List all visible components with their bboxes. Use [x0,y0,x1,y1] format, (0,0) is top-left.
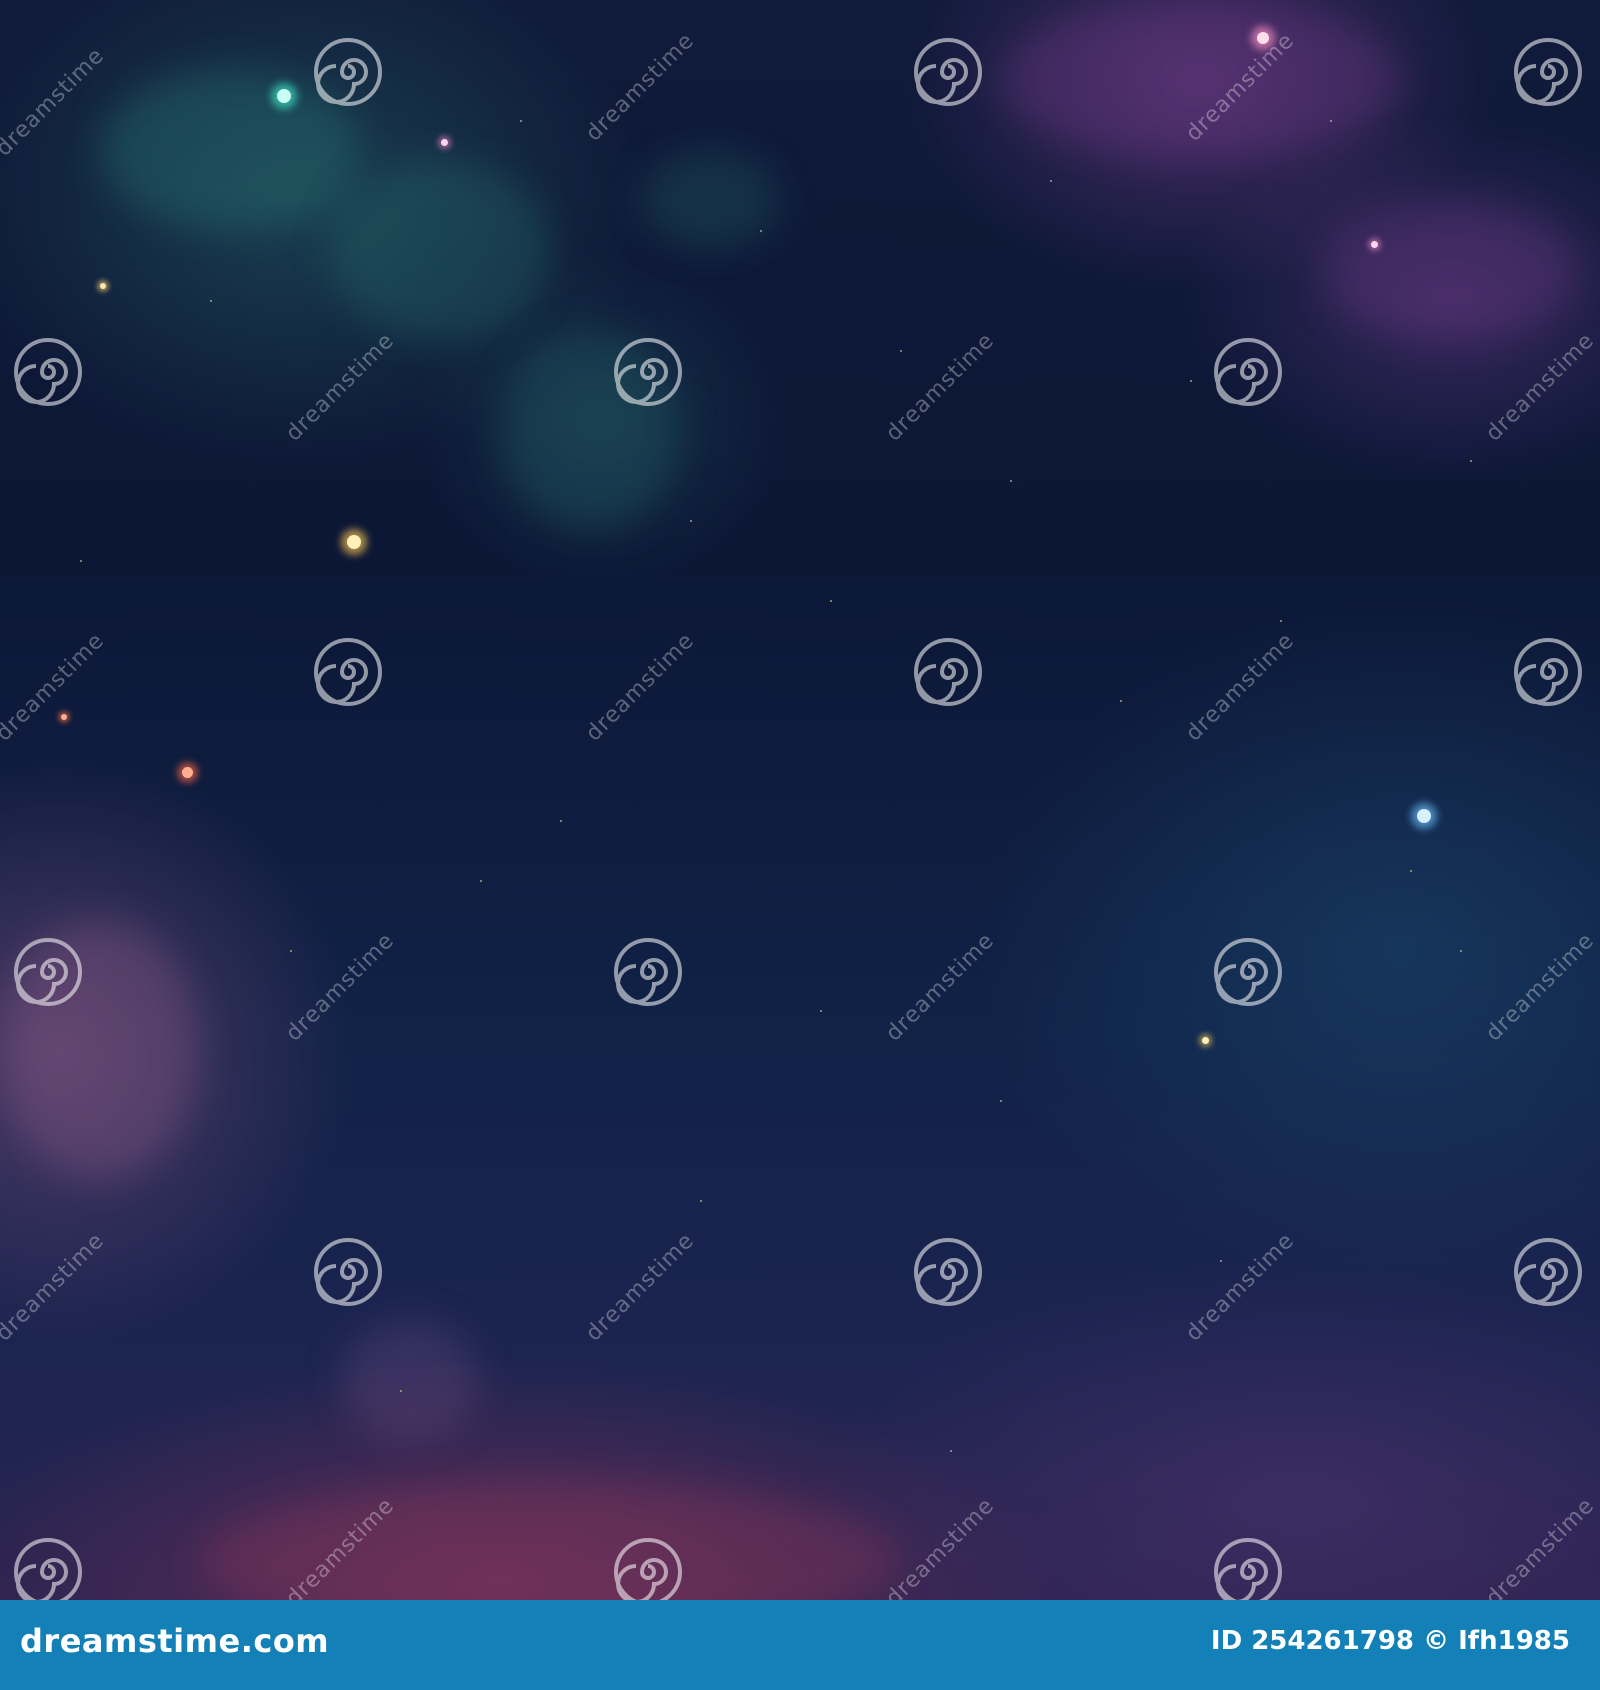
dust-star [1410,870,1412,872]
pink-star [1371,241,1378,248]
copyright: © Ifh1985 [1423,1626,1570,1656]
spiral-logo-icon [1514,638,1582,706]
watermark-text: dreamstime [581,28,700,147]
dust-star [1470,460,1472,462]
dust-star [210,300,212,302]
dust-star [900,350,902,352]
spiral-logo-icon [614,338,682,406]
watermark-text: dreamstime [581,628,700,747]
yellow-star [347,535,361,549]
spiral-logo-icon [914,1238,982,1306]
watermark-text: dreamstime [581,1228,700,1347]
watermark-text: dreamstime [881,1493,1000,1600]
watermark-text: dreamstime [1181,628,1300,747]
footer-logo[interactable]: dreamstime.com [20,1622,329,1660]
watermark-text: dreamstime [1481,1493,1600,1600]
dust-star [1190,380,1192,382]
watermark-text: dreamstime [0,43,110,162]
dust-star [760,230,762,232]
pink-nebula-cloud [340,1320,480,1440]
dust-star [700,1200,702,1202]
watermark-text: dreamstime [281,928,400,1047]
spiral-logo-icon [14,1538,82,1600]
spiral-logo-icon [1214,938,1282,1006]
orange-star [61,714,67,720]
spiral-logo-icon [314,38,382,106]
spiral-logo-icon [914,638,982,706]
dust-star [1050,180,1052,182]
orange-star [182,767,193,778]
spiral-logo-icon [14,938,82,1006]
spiral-logo-icon [914,38,982,106]
dust-star [1010,480,1012,482]
dust-star [400,1390,402,1392]
spiral-logo-icon [1514,38,1582,106]
teal-nebula-cloud [640,150,780,250]
night-sky-nebula: dreamstime dreamstime dreamstime dreamst… [0,0,1600,1600]
footer-bar: dreamstime.com ID 254261798 © Ifh1985 [0,1600,1600,1690]
dust-star [290,950,292,952]
watermark-text: dreamstime [1181,1228,1300,1347]
dust-star [1220,1260,1222,1262]
spiral-logo-icon [614,938,682,1006]
pink-star [441,139,448,146]
watermark-text: dreamstime [1481,328,1600,447]
teal-star [277,89,291,103]
watermark-text: dreamstime [881,928,1000,1047]
dust-star [1280,620,1282,622]
yellow-star [1202,1037,1209,1044]
spiral-logo-icon [14,338,82,406]
dust-star [1120,700,1122,702]
dust-star [690,520,692,522]
spiral-logo-icon [314,1238,382,1306]
dust-star [80,560,82,562]
teal-nebula-cloud [330,160,550,340]
watermark-text: dreamstime [0,628,110,747]
dust-star [480,880,482,882]
image-id: ID 254261798 [1210,1626,1415,1656]
stock-image: dreamstime dreamstime dreamstime dreamst… [0,0,1600,1690]
footer-meta: ID 254261798 © Ifh1985 [1211,1626,1570,1656]
spiral-logo-icon [1514,1238,1582,1306]
watermark-text: dreamstime [1481,928,1600,1047]
dust-star [820,1010,822,1012]
purple-nebula-cloud [1320,200,1580,340]
watermark-text: dreamstime [881,328,1000,447]
dust-star [1460,950,1462,952]
blue-star [1417,809,1431,823]
dust-star [1000,1100,1002,1102]
spiral-logo-icon [614,1538,682,1600]
watermark-text: dreamstime [281,328,400,447]
dust-star [560,820,562,822]
spiral-logo-icon [1214,1538,1282,1600]
watermark-text: dreamstime [0,1228,110,1347]
dust-star [950,1450,952,1452]
spiral-logo-icon [1214,338,1282,406]
dust-star [1330,120,1332,122]
yellow-star [100,283,106,289]
dust-star [520,120,522,122]
spiral-logo-icon [314,638,382,706]
dust-star [830,600,832,602]
